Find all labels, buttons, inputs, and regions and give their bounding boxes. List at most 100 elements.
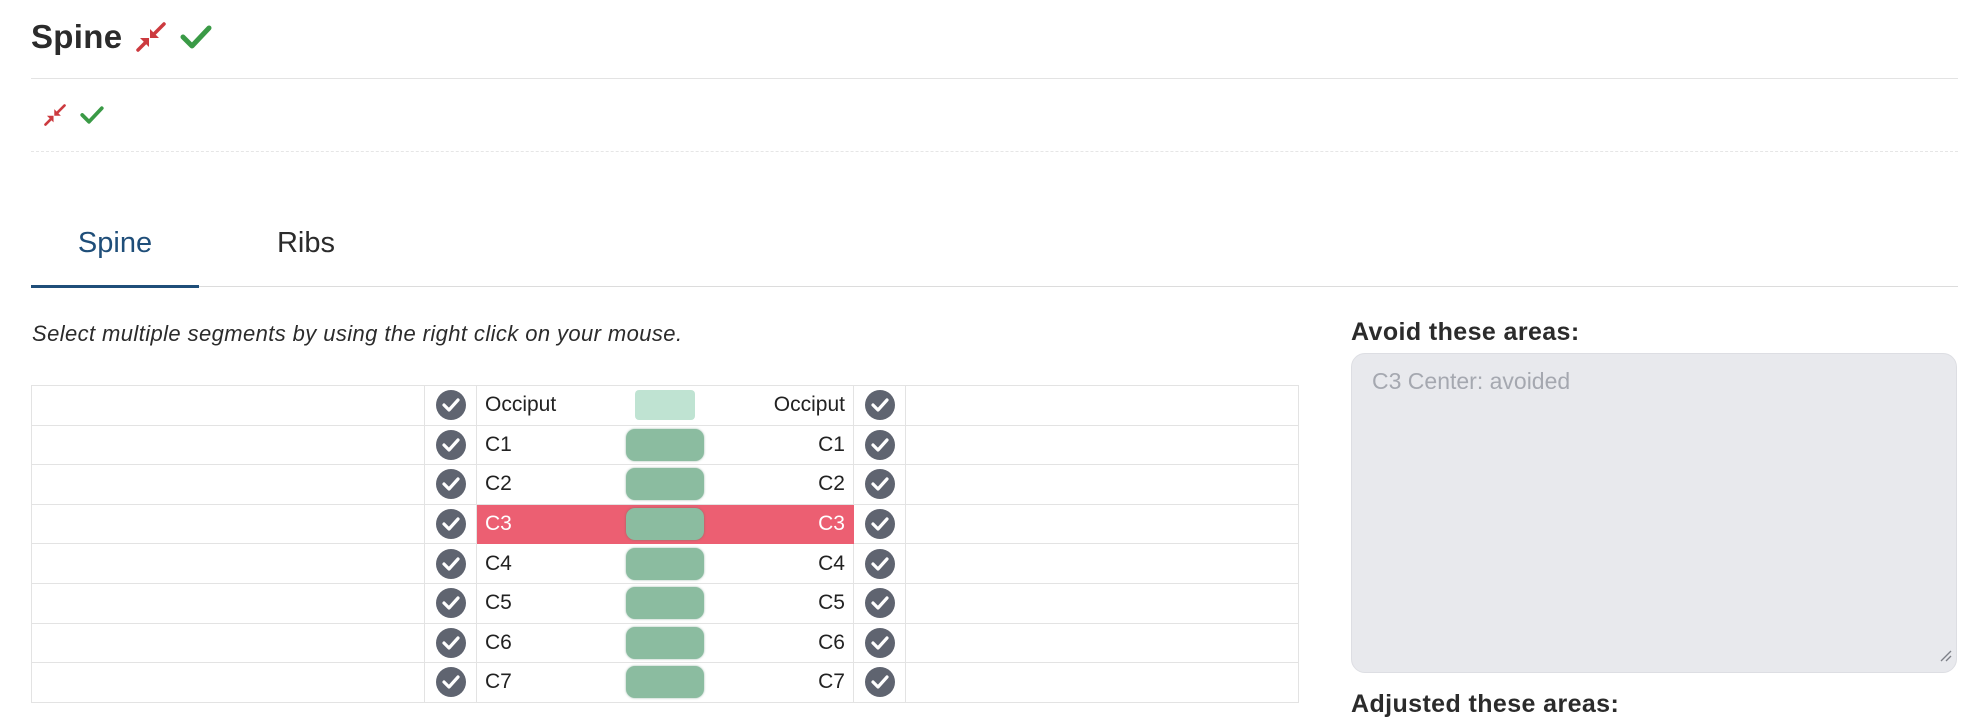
check-circle-icon[interactable]: [864, 588, 895, 619]
right-check-cell: [853, 385, 906, 426]
collapse-icon[interactable]: [136, 22, 167, 52]
segment-cell[interactable]: C7 C7: [476, 662, 854, 703]
right-notes-cell[interactable]: [905, 503, 1299, 545]
right-notes-cell[interactable]: [905, 582, 1299, 624]
vertebra-shape[interactable]: [626, 626, 704, 659]
tab-ribs[interactable]: Ribs: [241, 215, 371, 286]
right-notes-cell[interactable]: [905, 622, 1299, 664]
segment-row[interactable]: C5 C5: [31, 582, 1299, 624]
segment-label-right: C4: [818, 551, 845, 575]
left-notes-cell[interactable]: [31, 503, 425, 545]
segment-label-right: C3: [818, 512, 845, 536]
tab-ribs-label: Ribs: [276, 227, 335, 259]
segment-cell[interactable]: C3 C3: [476, 503, 854, 545]
vertebra-shape[interactable]: [626, 508, 704, 541]
segment-cell[interactable]: C4 C4: [476, 543, 854, 584]
check-circle-icon[interactable]: [864, 469, 895, 500]
vertebra-shape[interactable]: [626, 666, 704, 699]
left-check-cell: [424, 543, 477, 584]
right-check-cell: [853, 424, 906, 466]
check-icon[interactable]: [180, 24, 212, 50]
segment-label-left: Occiput: [485, 393, 557, 417]
segment-row[interactable]: C7 C7: [31, 662, 1299, 703]
segment-label-right: C7: [818, 670, 845, 694]
segment-cell[interactable]: C2 C2: [476, 464, 854, 505]
tab-spine-label: Spine: [77, 227, 153, 259]
subtoolbar-divider: [31, 151, 1958, 152]
left-notes-cell[interactable]: [31, 464, 425, 505]
segment-row[interactable]: C4 C4: [31, 543, 1299, 584]
segment-cell[interactable]: C5 C5: [476, 582, 854, 624]
check-circle-icon[interactable]: [864, 667, 895, 698]
left-check-cell: [424, 503, 477, 545]
segment-row[interactable]: C1 C1: [31, 424, 1299, 466]
segment-row[interactable]: C3 C3: [31, 503, 1299, 545]
tab-spine[interactable]: Spine: [31, 215, 199, 288]
right-check-cell: [853, 662, 906, 703]
segment-label-left: C5: [485, 591, 512, 615]
segment-label-left: C4: [485, 551, 512, 575]
check-circle-icon[interactable]: [435, 429, 466, 460]
left-notes-cell[interactable]: [31, 582, 425, 624]
right-check-cell: [853, 464, 906, 505]
right-notes-cell[interactable]: [905, 662, 1299, 703]
notes-panel: Avoid these areas: C3 Center: avoided Ad…: [1351, 318, 1957, 718]
resize-handle-icon[interactable]: [1938, 641, 1952, 668]
vertebra-shape[interactable]: [635, 390, 695, 421]
left-notes-cell[interactable]: [31, 662, 425, 703]
right-notes-cell[interactable]: [905, 424, 1299, 466]
right-notes-cell[interactable]: [905, 464, 1299, 505]
right-notes-cell[interactable]: [905, 385, 1299, 426]
segment-row[interactable]: Occiput Occiput: [31, 385, 1299, 426]
right-notes-cell[interactable]: [905, 543, 1299, 584]
vertebra-shape[interactable]: [626, 547, 704, 580]
vertebra-shape[interactable]: [626, 468, 704, 501]
check-circle-icon[interactable]: [864, 548, 895, 579]
subtoolbar: [44, 104, 104, 126]
collapse-icon[interactable]: [44, 104, 66, 126]
segment-cell[interactable]: C1 C1: [476, 424, 854, 466]
left-check-cell: [424, 464, 477, 505]
segment-label-right: C5: [818, 591, 845, 615]
check-circle-icon[interactable]: [435, 548, 466, 579]
check-circle-icon[interactable]: [435, 667, 466, 698]
check-circle-icon[interactable]: [435, 627, 466, 658]
avoid-areas-textarea[interactable]: C3 Center: avoided: [1351, 353, 1957, 673]
vertebra-shape[interactable]: [626, 428, 704, 461]
check-circle-icon[interactable]: [864, 509, 895, 540]
left-notes-cell[interactable]: [31, 543, 425, 584]
active-tab-indicator: [31, 285, 199, 288]
avoid-areas-placeholder: C3 Center: avoided: [1372, 368, 1571, 394]
segment-row[interactable]: C2 C2: [31, 464, 1299, 505]
vertebra-shape[interactable]: [626, 587, 704, 620]
left-notes-cell[interactable]: [31, 622, 425, 664]
segment-cell[interactable]: C6 C6: [476, 622, 854, 664]
left-check-cell: [424, 582, 477, 624]
check-circle-icon[interactable]: [435, 509, 466, 540]
left-notes-cell[interactable]: [31, 385, 425, 426]
left-notes-cell[interactable]: [31, 424, 425, 466]
check-circle-icon[interactable]: [864, 429, 895, 460]
check-circle-icon[interactable]: [435, 469, 466, 500]
spine-segment-table: Occiput Occiput C1 C1 C2 C2 C3 C3 C4 C4 C5 C5 C6 C6 C7…: [31, 385, 1299, 703]
segment-cell[interactable]: Occiput Occiput: [476, 385, 854, 426]
adjusted-areas-label: Adjusted these areas:: [1351, 690, 1620, 718]
check-circle-icon[interactable]: [864, 627, 895, 658]
segment-label-left: C1: [485, 432, 512, 456]
segment-label-right: C6: [818, 630, 845, 654]
check-circle-icon[interactable]: [435, 588, 466, 619]
check-circle-icon[interactable]: [864, 390, 895, 421]
segment-row[interactable]: C6 C6: [31, 622, 1299, 664]
segment-label-right: Occiput: [773, 393, 845, 417]
left-check-cell: [424, 385, 477, 426]
avoid-areas-label: Avoid these areas:: [1351, 318, 1580, 346]
segment-label-right: C1: [818, 432, 845, 456]
check-icon[interactable]: [80, 105, 104, 125]
segment-label-right: C2: [818, 472, 845, 496]
left-check-cell: [424, 622, 477, 664]
check-circle-icon[interactable]: [435, 390, 466, 421]
instruction-text: Select multiple segments by using the ri…: [32, 321, 683, 346]
segment-label-left: C7: [485, 670, 512, 694]
tab-bar: Spine Ribs: [31, 215, 1958, 288]
right-check-cell: [853, 543, 906, 584]
